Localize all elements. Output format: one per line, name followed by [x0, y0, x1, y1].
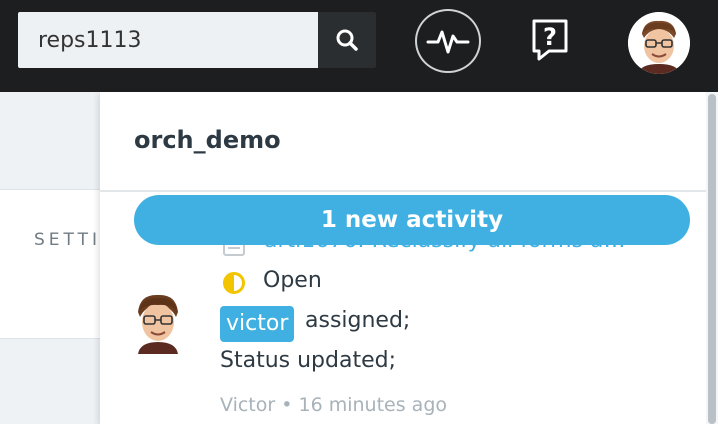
scrollbar[interactable]: [708, 94, 716, 424]
activity-author-avatar: [130, 290, 186, 354]
panel-divider: [100, 190, 706, 192]
new-activity-button[interactable]: 1 new activity: [134, 195, 690, 245]
search-button[interactable]: [318, 12, 376, 68]
activity-action-status-updated: Status updated;: [220, 348, 396, 373]
activity-meta: Victor • 16 minutes ago: [220, 394, 447, 416]
activity-author[interactable]: Victor: [220, 394, 275, 416]
top-bar: ?: [0, 0, 718, 92]
svg-text:?: ?: [543, 23, 557, 51]
activity-time: 16 minutes ago: [298, 394, 448, 416]
help-icon: ?: [532, 19, 568, 61]
search-input[interactable]: [18, 12, 318, 68]
status-open-icon: [223, 272, 245, 294]
user-avatar[interactable]: [628, 12, 690, 74]
background-header-band: [0, 92, 100, 190]
settings-tab[interactable]: SETTI: [34, 230, 100, 250]
panel-title: orch_demo: [134, 126, 281, 154]
search-icon: [336, 29, 358, 51]
status-label: Open: [263, 268, 322, 293]
help-button[interactable]: ?: [520, 14, 580, 66]
meta-separator: •: [281, 394, 293, 416]
user-mention[interactable]: victor: [220, 306, 295, 342]
pulse-icon: [426, 30, 470, 54]
activity-button[interactable]: [415, 9, 481, 73]
background-footer-band: [0, 338, 100, 424]
activity-action-assigned: assigned;: [305, 308, 411, 333]
